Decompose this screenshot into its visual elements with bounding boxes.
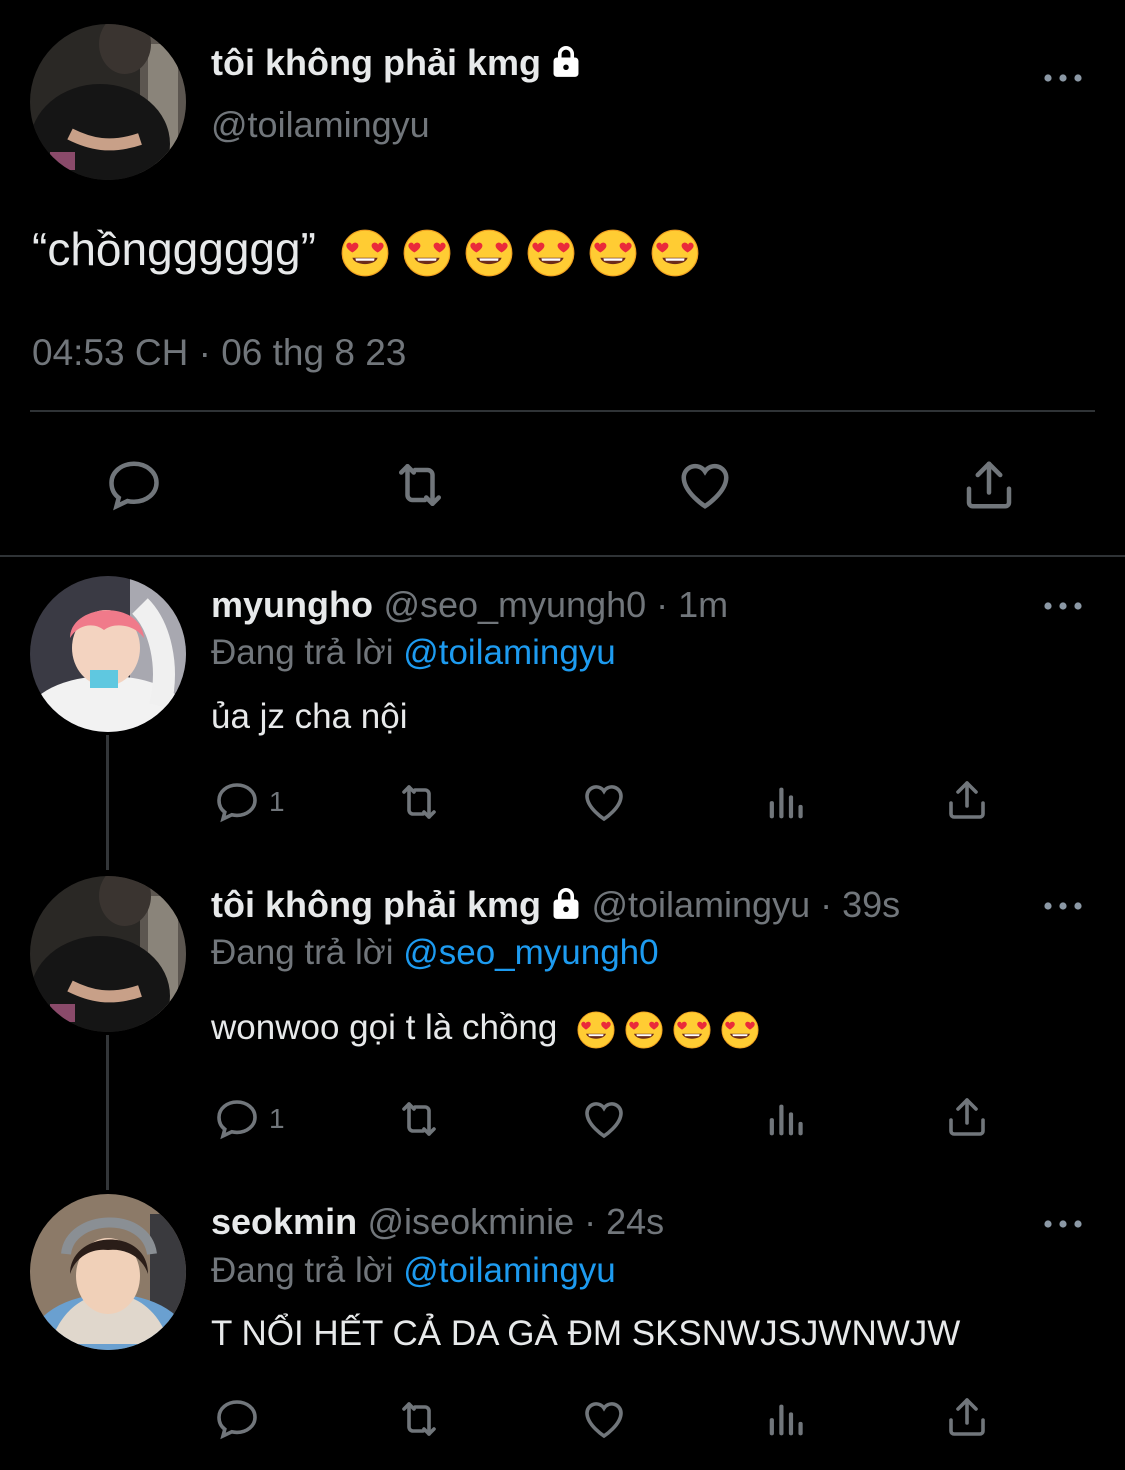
replying-prefix: Đang trả lời [211, 1251, 394, 1290]
reply-button[interactable]: 1 [213, 778, 285, 826]
reply-text: T NỔI HẾT CẢ DA GÀ ĐM SKSNWJSJWNWJW [211, 1314, 961, 1353]
views-icon [763, 780, 809, 826]
heart-eyes-emoji-icon [651, 229, 699, 277]
heart-eyes-emoji-icon [341, 229, 389, 277]
lock-icon [549, 43, 583, 79]
reply-count: 1 [269, 1103, 285, 1134]
handle-time[interactable]: @seo_myungh0 · 1m [383, 584, 728, 625]
share-icon [943, 776, 991, 824]
heart-eyes-emoji-icon [673, 1011, 711, 1049]
emoji-row [341, 229, 699, 277]
more-options-icon[interactable] [1043, 1216, 1083, 1226]
more-options-icon[interactable] [1043, 598, 1083, 608]
more-options-icon[interactable] [1043, 70, 1083, 80]
views-icon [763, 1097, 809, 1143]
retweet-button[interactable] [393, 1395, 445, 1443]
mention-link[interactable]: @seo_myungh0 [403, 933, 658, 972]
retweet-button[interactable] [393, 1095, 445, 1143]
reply-text-content: wonwoo gọi t là chồng [211, 1008, 558, 1047]
replying-to: Đang trả lời @toilamingyu [211, 1251, 616, 1291]
display-name[interactable]: myungho [211, 584, 373, 625]
display-name[interactable]: seokmin [211, 1201, 357, 1242]
retweet-icon [388, 455, 452, 515]
retweet-icon [393, 1095, 445, 1143]
section-divider [0, 555, 1125, 557]
mention-link[interactable]: @toilamingyu [403, 1251, 616, 1290]
heart-icon [674, 455, 736, 515]
views-icon [763, 1397, 809, 1443]
thread-line [106, 735, 109, 870]
retweet-button[interactable] [388, 455, 452, 515]
share-button[interactable] [943, 1093, 991, 1141]
share-icon [958, 455, 1020, 515]
divider [30, 410, 1095, 412]
thread-line [106, 1035, 109, 1190]
heart-icon [579, 1095, 629, 1143]
emoji-row [577, 1011, 759, 1049]
heart-eyes-emoji-icon [465, 229, 513, 277]
tweet-text: “chồngggggg” [32, 222, 699, 277]
reply-icon [104, 455, 164, 515]
reply-button[interactable]: 1 [213, 1095, 285, 1143]
like-button[interactable] [579, 1095, 629, 1143]
share-icon [943, 1393, 991, 1441]
replying-to: Đang trả lời @seo_myungh0 [211, 933, 659, 973]
share-button[interactable] [943, 776, 991, 824]
share-button[interactable] [943, 1393, 991, 1441]
replying-to: Đang trả lời @toilamingyu [211, 633, 616, 673]
reply-header: tôi không phải kmg @toilamingyu · 39s [211, 884, 900, 926]
tweet-text-content: “chồngggggg” [32, 223, 316, 275]
like-button[interactable] [674, 455, 736, 515]
views-button[interactable] [763, 1397, 809, 1443]
reply-header: myungho @seo_myungh0 · 1m [211, 584, 728, 626]
reply-icon [213, 778, 261, 826]
timestamp[interactable]: 04:53 CH · 06 thg 8 23 [32, 332, 406, 374]
replying-prefix: Đang trả lời [211, 633, 394, 672]
heart-icon [579, 778, 629, 826]
display-name-text: tôi không phải kmg [211, 42, 541, 83]
heart-eyes-emoji-icon [403, 229, 451, 277]
reply-button[interactable] [104, 455, 164, 515]
heart-eyes-emoji-icon [527, 229, 575, 277]
avatar[interactable] [30, 876, 186, 1032]
handle-time[interactable]: @iseokminie · 24s [368, 1201, 665, 1242]
reply-button[interactable] [213, 1395, 269, 1443]
views-button[interactable] [763, 1097, 809, 1143]
display-name[interactable]: tôi không phải kmg [211, 884, 541, 925]
share-button[interactable] [958, 455, 1020, 515]
reply-text: wonwoo gọi t là chồng [211, 1008, 759, 1049]
like-button[interactable] [579, 778, 629, 826]
heart-eyes-emoji-icon [589, 229, 637, 277]
reply-count: 1 [269, 786, 285, 817]
retweet-button[interactable] [393, 778, 445, 826]
like-button[interactable] [579, 1395, 629, 1443]
reply-text: ủa jz cha nội [211, 697, 408, 736]
retweet-icon [393, 778, 445, 826]
reply-icon [213, 1095, 261, 1143]
heart-icon [579, 1395, 629, 1443]
heart-eyes-emoji-icon [625, 1011, 663, 1049]
display-name: tôi không phải kmg [211, 42, 583, 84]
replying-prefix: Đang trả lời [211, 933, 394, 972]
reply-icon [213, 1395, 261, 1443]
share-icon [943, 1093, 991, 1141]
heart-eyes-emoji-icon [721, 1011, 759, 1049]
avatar[interactable] [30, 1194, 186, 1350]
lock-icon [549, 885, 583, 921]
more-options-icon[interactable] [1043, 898, 1083, 908]
handle-time[interactable]: @toilamingyu · 39s [591, 884, 900, 925]
retweet-icon [393, 1395, 445, 1443]
avatar[interactable] [30, 24, 186, 180]
views-button[interactable] [763, 780, 809, 826]
reply-header: seokmin @iseokminie · 24s [211, 1201, 664, 1243]
heart-eyes-emoji-icon [577, 1011, 615, 1049]
mention-link[interactable]: @toilamingyu [403, 633, 616, 672]
avatar[interactable] [30, 576, 186, 732]
handle[interactable]: @toilamingyu [211, 104, 430, 146]
